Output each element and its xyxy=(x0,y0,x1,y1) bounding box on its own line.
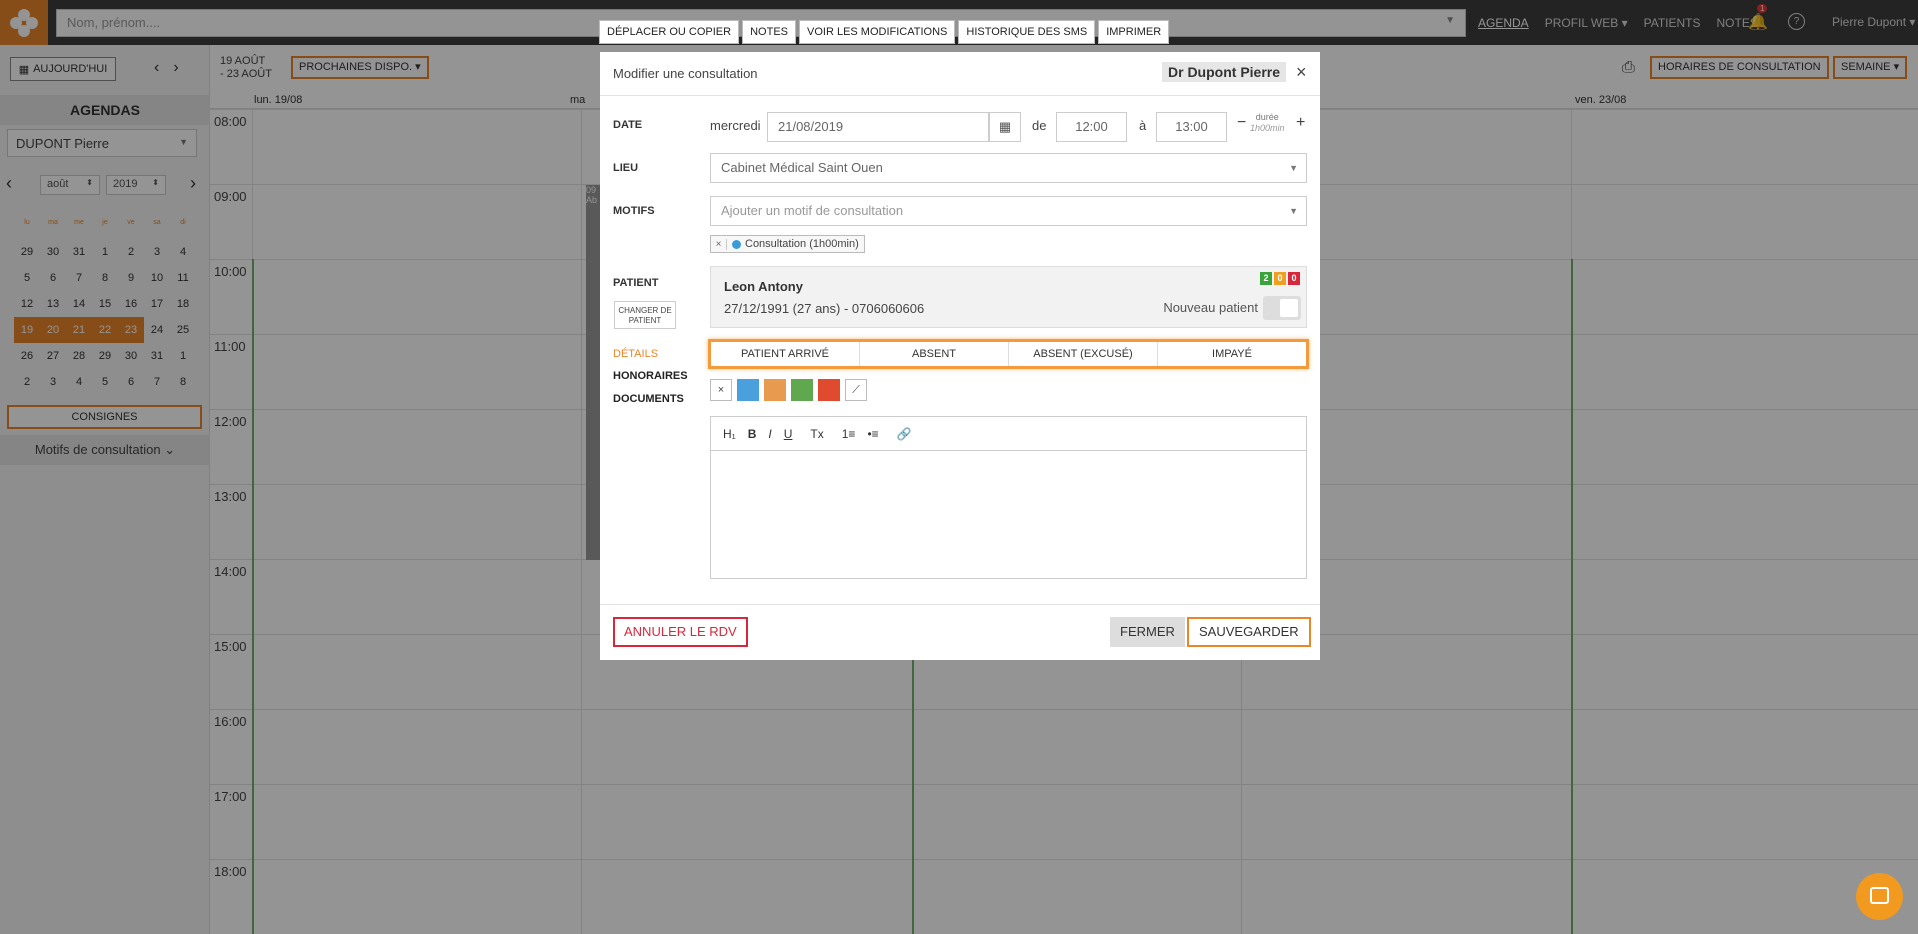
calendar-icon[interactable]: ▦ xyxy=(989,112,1021,142)
motifs-label: MOTIFS xyxy=(613,205,655,217)
color-swatch[interactable] xyxy=(764,379,786,401)
italic-icon[interactable]: I xyxy=(768,427,771,441)
custom-color-icon[interactable]: ⟋ xyxy=(845,379,867,401)
heading-icon[interactable]: H₁ xyxy=(723,427,736,441)
motifs-select[interactable]: Ajouter un motif de consultation ▼ xyxy=(710,196,1307,226)
color-swatch[interactable] xyxy=(791,379,813,401)
patient-counts: 2 0 0 xyxy=(1260,272,1300,285)
absent-button[interactable]: ABSENT xyxy=(860,342,1009,366)
divider xyxy=(600,604,1320,605)
tab-details[interactable]: DÉTAILS xyxy=(613,348,658,360)
patient-name[interactable]: Leon Antony xyxy=(724,279,803,294)
tab-deplacer-copier[interactable]: DÉPLACER OU COPIER xyxy=(599,20,740,44)
chevron-down-icon: ▼ xyxy=(1289,206,1298,216)
color-swatch[interactable] xyxy=(818,379,840,401)
end-time-input[interactable]: 13:00 xyxy=(1156,112,1227,142)
lieu-select[interactable]: Cabinet Médical Saint Ouen ▼ xyxy=(710,153,1307,183)
divider xyxy=(600,95,1320,96)
weekday-text: mercredi xyxy=(710,118,761,133)
no-color-option[interactable]: × xyxy=(710,379,732,401)
chat-launcher[interactable] xyxy=(1856,873,1903,920)
color-picker: × ⟋ xyxy=(710,379,867,401)
status-buttons: PATIENT ARRIVÉ ABSENT ABSENT (EXCUSÉ) IM… xyxy=(708,339,1309,369)
modal-tabs: DÉPLACER OU COPIER NOTES VOIR LES MODIFI… xyxy=(599,20,1170,44)
date-label: DATE xyxy=(613,119,643,131)
toggle-knob xyxy=(1280,299,1298,317)
tab-documents[interactable]: DOCUMENTS xyxy=(613,393,684,405)
minus-icon[interactable]: − xyxy=(1237,114,1246,132)
tab-historique-sms[interactable]: HISTORIQUE DES SMS xyxy=(958,20,1096,44)
start-time-value: 12:00 xyxy=(1075,119,1108,134)
date-input[interactable]: 21/08/2019 xyxy=(767,112,989,142)
nouveau-patient-label: Nouveau patient xyxy=(1163,300,1258,315)
bold-icon[interactable]: B xyxy=(748,427,757,441)
patient-label: PATIENT xyxy=(613,277,659,289)
duree-value: 1h00min xyxy=(1250,123,1285,133)
tab-imprimer[interactable]: IMPRIMER xyxy=(1098,20,1170,44)
lieu-label: LIEU xyxy=(613,162,639,174)
edit-consultation-modal: Modifier une consultation Dr Dupont Pier… xyxy=(600,52,1320,660)
notes-editor[interactable]: H₁ B I U Tx 1≡ •≡ 🔗 xyxy=(710,416,1307,579)
patient-info: 27/12/1991 (27 ans) - 0706060606 xyxy=(724,301,925,316)
tab-notes[interactable]: NOTES xyxy=(742,20,796,44)
count-green: 2 xyxy=(1260,272,1272,285)
plus-icon[interactable]: + xyxy=(1296,114,1305,132)
end-time-value: 13:00 xyxy=(1175,119,1208,134)
date-value: 21/08/2019 xyxy=(778,119,844,134)
chat-icon xyxy=(1870,887,1889,904)
annuler-rdv-button[interactable]: ANNULER LE RDV xyxy=(613,617,748,647)
duration: durée 1h00min xyxy=(1250,112,1285,134)
link-icon[interactable]: 🔗 xyxy=(897,427,912,441)
patient-card: Leon Antony 27/12/1991 (27 ans) - 070606… xyxy=(710,266,1307,328)
absent-excuse-button[interactable]: ABSENT (EXCUSÉ) xyxy=(1009,342,1158,366)
a-text: à xyxy=(1139,118,1147,133)
impaye-button[interactable]: IMPAYÉ xyxy=(1158,342,1306,366)
duree-label: durée xyxy=(1255,112,1279,122)
patient-arrive-button[interactable]: PATIENT ARRIVÉ xyxy=(711,342,860,366)
lieu-value: Cabinet Médical Saint Ouen xyxy=(721,160,883,175)
de-text: de xyxy=(1032,118,1047,133)
clear-format-icon[interactable]: Tx xyxy=(810,427,823,441)
close-icon[interactable]: × xyxy=(1296,62,1307,83)
underline-icon[interactable]: U xyxy=(784,427,793,441)
color-swatch[interactable] xyxy=(737,379,759,401)
motif-tag: × Consultation (1h00min) xyxy=(710,235,865,253)
tab-honoraires[interactable]: HONORAIRES xyxy=(613,370,688,382)
bullet-list-icon[interactable]: •≡ xyxy=(867,427,878,441)
motif-color-dot xyxy=(732,239,741,249)
motifs-placeholder: Ajouter un motif de consultation xyxy=(721,203,904,218)
remove-tag-icon[interactable]: × xyxy=(711,238,727,250)
fermer-button[interactable]: FERMER xyxy=(1110,617,1185,647)
nouveau-patient-toggle[interactable] xyxy=(1263,296,1301,320)
chevron-down-icon: ▼ xyxy=(1289,163,1298,173)
modal-title: Modifier une consultation xyxy=(613,66,758,81)
motif-tag-label: Consultation (1h00min) xyxy=(745,238,859,250)
changer-patient-button[interactable]: CHANGER DE PATIENT xyxy=(614,301,676,329)
ordered-list-icon[interactable]: 1≡ xyxy=(842,427,856,441)
count-red: 0 xyxy=(1288,272,1300,285)
doctor-badge: Dr Dupont Pierre xyxy=(1162,62,1287,82)
editor-toolbar: H₁ B I U Tx 1≡ •≡ 🔗 xyxy=(711,417,1306,451)
tab-voir-modifications[interactable]: VOIR LES MODIFICATIONS xyxy=(799,20,956,44)
start-time-input[interactable]: 12:00 xyxy=(1056,112,1127,142)
sauvegarder-button[interactable]: SAUVEGARDER xyxy=(1187,617,1311,647)
count-orange: 0 xyxy=(1274,272,1286,285)
